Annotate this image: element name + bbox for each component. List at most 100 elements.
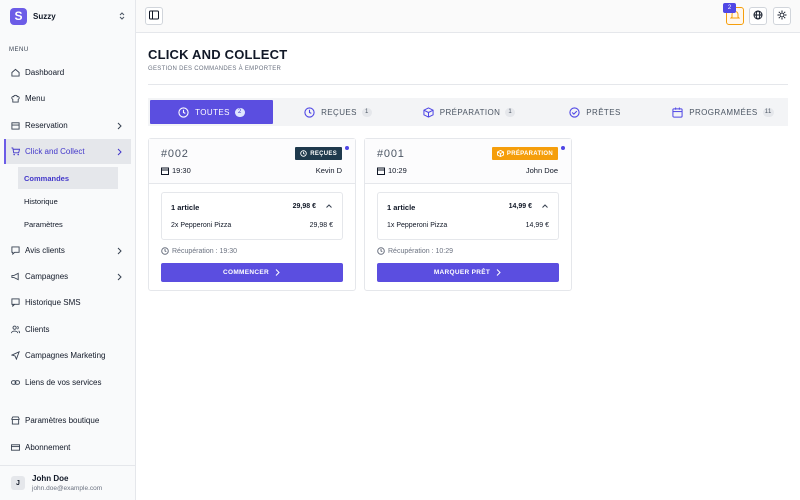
order-number: #001 xyxy=(377,148,405,160)
sidebar-item-click-and-collect[interactable]: Click and Collect xyxy=(4,139,131,164)
chef-hat-icon xyxy=(11,94,20,103)
toggle-sidebar-button[interactable] xyxy=(145,7,163,25)
sidebar: S Suzzy MENU Dashboard Menu Reservation … xyxy=(0,0,136,500)
chevron-right-icon xyxy=(274,269,281,276)
status-label: PRÉPARATION xyxy=(506,150,553,157)
credit-card-icon xyxy=(11,443,20,452)
chevron-right-icon xyxy=(115,247,123,255)
order-time: 10:29 xyxy=(377,166,407,175)
tab-label: REÇUES xyxy=(321,107,357,117)
order-number: #002 xyxy=(161,148,189,160)
notification-count-badge: 2 xyxy=(723,3,736,13)
sidebar-item-reservation[interactable]: Reservation xyxy=(4,113,131,138)
avatar: J xyxy=(11,476,25,490)
tab-count-badge: 1 xyxy=(505,107,516,117)
sidebar-item-campagnes[interactable]: Campagnes xyxy=(4,264,131,289)
customer-name: Kevin D xyxy=(315,166,342,175)
status-badge: PRÉPARATION xyxy=(491,147,558,160)
sidebar-item-label: Click and Collect xyxy=(25,147,85,156)
marquer-pret-button[interactable]: MARQUER PRÊT xyxy=(377,263,559,282)
clock-icon xyxy=(304,106,315,118)
sidebar-subitem-historique[interactable]: Historique xyxy=(18,190,118,212)
sidebar-item-historique-sms[interactable]: Historique SMS xyxy=(4,290,131,315)
tab-recues[interactable]: REÇUES 1 xyxy=(288,100,388,124)
order-time-value: 10:29 xyxy=(388,166,407,175)
clock-icon xyxy=(377,247,385,255)
clock-icon xyxy=(178,106,189,118)
item-name: 2x Pepperoni Pizza xyxy=(171,222,232,229)
order-card-header: #001 PRÉPARATION 10:29 John Doe xyxy=(365,139,571,184)
clock-icon xyxy=(161,247,169,255)
sidebar-item-clients[interactable]: Clients xyxy=(4,317,131,342)
language-button[interactable] xyxy=(749,7,767,25)
sidebar-item-label: Dashboard xyxy=(25,68,65,77)
sidebar-subitem-commandes[interactable]: Commandes xyxy=(18,167,118,189)
link-icon xyxy=(11,378,20,387)
order-time: 19:30 xyxy=(161,166,191,175)
unread-dot xyxy=(561,146,565,150)
sidebar-item-menu[interactable]: Menu xyxy=(4,86,131,111)
tab-count-badge: 11 xyxy=(762,107,774,117)
home-icon xyxy=(11,68,20,77)
tab-pretes[interactable]: PRÊTES xyxy=(562,100,628,124)
workspace-switcher[interactable]: S Suzzy xyxy=(10,7,126,25)
sidebar-item-label: Paramètres boutique xyxy=(25,416,100,425)
sidebar-item-abonnement[interactable]: Abonnement xyxy=(4,435,131,460)
pickup-time: Récupération : 10:29 xyxy=(377,247,453,255)
tab-programmees[interactable]: PROGRAMMÉES 11 xyxy=(664,100,782,124)
tab-toutes[interactable]: TOUTES 2 xyxy=(150,100,273,124)
sidebar-item-parametres-boutique[interactable]: Paramètres boutique xyxy=(4,408,131,433)
topbar xyxy=(136,0,800,33)
sidebar-item-avis-clients[interactable]: Avis clients xyxy=(4,238,131,263)
order-time-value: 19:30 xyxy=(172,166,191,175)
page-title: CLICK AND COLLECT xyxy=(148,47,288,62)
items-count: 1 article xyxy=(387,203,416,212)
check-circle-icon xyxy=(569,106,580,118)
sidebar-item-liens-services[interactable]: Liens de vos services xyxy=(4,370,131,395)
customer-name: John Doe xyxy=(525,166,558,175)
chevron-up-icon[interactable] xyxy=(325,202,333,210)
action-label: COMMENCER xyxy=(222,269,270,276)
megaphone-icon xyxy=(11,272,20,281)
pickup-text: Récupération : 19:30 xyxy=(172,247,237,255)
status-tabs: TOUTES 2 REÇUES 1 PRÉPARATION 1 PRÊTES P… xyxy=(148,98,788,126)
tab-count-badge: 2 xyxy=(234,107,245,117)
chevron-right-icon xyxy=(115,122,123,130)
sidebar-item-label: Historique SMS xyxy=(25,298,81,307)
sidebar-item-label: Clients xyxy=(25,325,50,334)
user-menu[interactable]: J John Doe john.doe@example.com xyxy=(0,465,136,500)
calendar-icon xyxy=(161,167,169,175)
package-icon xyxy=(423,106,434,118)
users-icon xyxy=(11,325,20,334)
chevrons-up-down-icon xyxy=(118,11,126,22)
page-subtitle: GESTION DES COMMANDES À EMPORTER xyxy=(148,66,282,72)
tab-preparation[interactable]: PRÉPARATION 1 xyxy=(414,100,524,124)
send-icon xyxy=(11,351,20,360)
user-name: John Doe xyxy=(32,474,69,483)
pickup-time: Récupération : 19:30 xyxy=(161,247,237,255)
sidebar-item-dashboard[interactable]: Dashboard xyxy=(4,60,131,85)
menu-section-label: MENU xyxy=(9,47,29,53)
message-square-icon xyxy=(11,246,20,255)
sun-icon xyxy=(777,10,787,22)
store-icon xyxy=(11,416,20,425)
action-label: MARQUER PRÊT xyxy=(433,269,491,276)
sidebar-item-label: Menu xyxy=(25,94,46,103)
tab-label: PRÉPARATION xyxy=(439,107,501,117)
theme-toggle-button[interactable] xyxy=(773,7,791,25)
sidebar-item-label: Campagnes Marketing xyxy=(25,351,106,360)
calendar-icon xyxy=(11,121,20,130)
sidebar-item-label: Avis clients xyxy=(25,246,65,255)
sidebar-item-campagnes-marketing[interactable]: Campagnes Marketing xyxy=(4,343,131,368)
item-name: 1x Pepperoni Pizza xyxy=(387,222,448,229)
chevron-up-icon[interactable] xyxy=(541,202,549,210)
commencer-button[interactable]: COMMENCER xyxy=(161,263,343,282)
sidebar-item-label: Campagnes xyxy=(25,272,69,281)
sidebar-subitem-parametres[interactable]: Paramètres xyxy=(18,213,118,235)
items-total: 29,98 € xyxy=(292,203,316,210)
unread-dot xyxy=(345,146,349,150)
user-email: john.doe@example.com xyxy=(32,485,103,492)
tab-count-badge: 1 xyxy=(361,107,372,117)
order-card: #001 PRÉPARATION 10:29 John Doe 1 articl… xyxy=(364,138,572,291)
order-items: 1 article 29,98 € 2x Pepperoni Pizza 29,… xyxy=(161,192,343,240)
